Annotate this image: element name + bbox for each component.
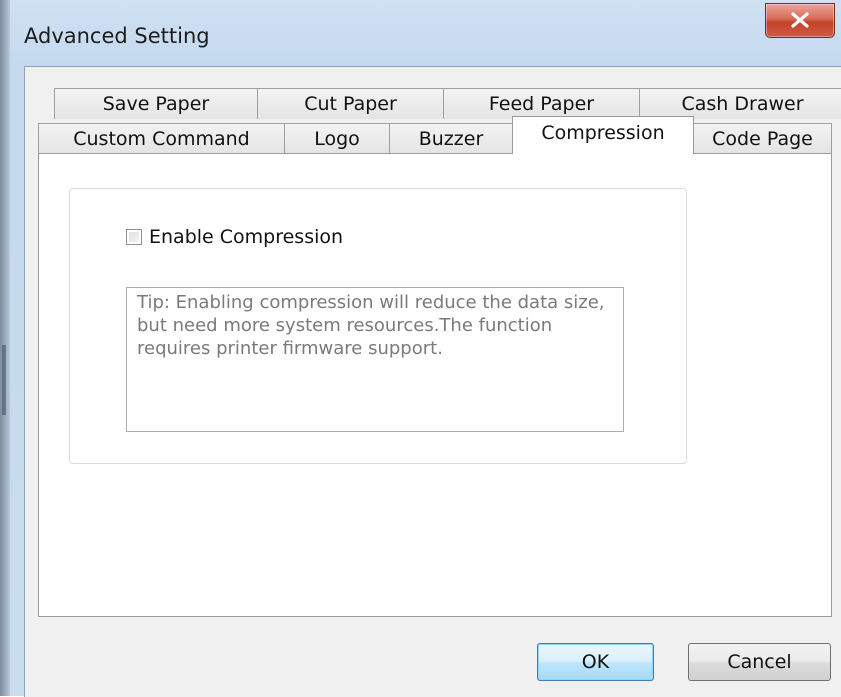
- tab-label: Logo: [314, 128, 360, 150]
- tip-text-box: Tip: Enabling compression will reduce th…: [126, 287, 624, 432]
- tab-feed-paper[interactable]: Feed Paper: [443, 88, 640, 119]
- enable-compression-checkbox[interactable]: [126, 229, 142, 245]
- tab-label: Code Page: [712, 128, 813, 150]
- ok-button[interactable]: OK: [537, 643, 654, 681]
- tab-label: Save Paper: [102, 93, 210, 115]
- close-icon: [791, 12, 809, 28]
- tab-label: Cash Drawer: [681, 93, 804, 115]
- advanced-setting-dialog: Advanced Setting Save Paper Cut Paper Fe…: [10, 0, 841, 697]
- window-title: Advanced Setting: [24, 24, 210, 48]
- tab-compression[interactable]: Compression: [512, 116, 694, 154]
- close-button[interactable]: [765, 3, 835, 38]
- tab-label: Compression: [541, 122, 665, 144]
- enable-compression-option[interactable]: Enable Compression: [126, 225, 343, 249]
- tab-cut-paper[interactable]: Cut Paper: [257, 88, 444, 119]
- tab-save-paper[interactable]: Save Paper: [54, 88, 258, 119]
- compression-tab-panel: Enable Compression Tip: Enabling compres…: [38, 153, 832, 617]
- cancel-button[interactable]: Cancel: [688, 643, 831, 681]
- tab-code-page[interactable]: Code Page: [693, 123, 832, 154]
- tab-buzzer[interactable]: Buzzer: [389, 123, 513, 154]
- tab-label: Custom Command: [73, 128, 250, 150]
- tab-custom-command[interactable]: Custom Command: [38, 123, 285, 154]
- tab-label: Buzzer: [418, 128, 484, 150]
- tab-logo[interactable]: Logo: [284, 123, 390, 154]
- tab-cash-drawer[interactable]: Cash Drawer: [639, 88, 841, 119]
- tab-label: Feed Paper: [488, 93, 595, 115]
- tab-label: Cut Paper: [304, 93, 397, 115]
- dialog-client-area: Save Paper Cut Paper Feed Paper Cash Dra…: [24, 66, 841, 697]
- compression-group: Enable Compression Tip: Enabling compres…: [69, 188, 687, 464]
- enable-compression-label[interactable]: Enable Compression: [149, 226, 343, 248]
